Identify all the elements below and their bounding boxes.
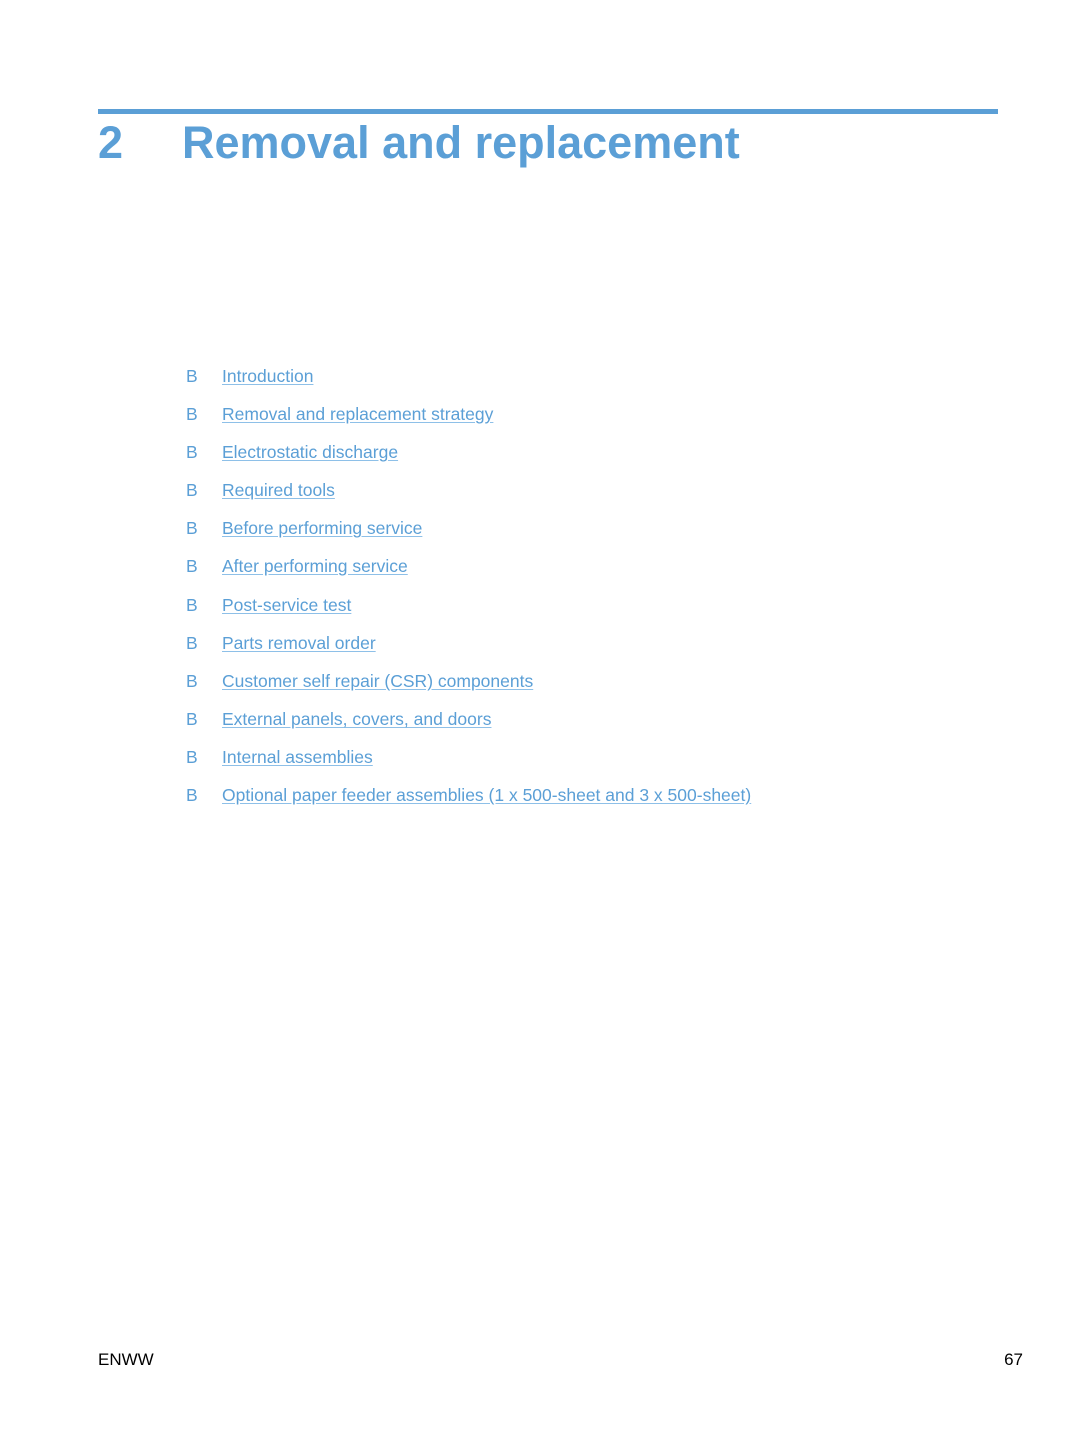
toc-link-before-service[interactable]: Before performing service <box>222 516 422 540</box>
bullet-icon: B <box>186 632 198 653</box>
toc-link-optional-paper-feeder[interactable]: Optional paper feeder assemblies (1 x 50… <box>222 783 751 807</box>
toc-link-removal-strategy[interactable]: Removal and replacement strategy <box>222 402 493 426</box>
page-number: 67 <box>1004 1350 1023 1369</box>
toc-link-internal-assemblies[interactable]: Internal assemblies <box>222 745 373 769</box>
bullet-icon: B <box>186 670 198 691</box>
bullet-icon: B <box>186 746 198 767</box>
toc-link-introduction[interactable]: Introduction <box>222 364 313 388</box>
bullet-icon: B <box>186 594 198 615</box>
chapter-number: 2 <box>98 117 124 168</box>
bullet-icon: B <box>186 442 198 463</box>
bullet-icon: B <box>186 366 198 386</box>
toc-link-post-service-test[interactable]: Post-service test <box>222 593 351 617</box>
toc-link-external-panels[interactable]: External panels, covers, and doors <box>222 707 491 731</box>
toc-link-csr-components[interactable]: Customer self repair (CSR) components <box>222 669 533 693</box>
bullet-icon: B <box>186 404 198 425</box>
chapter-title: Removal and replacement <box>182 117 740 168</box>
bullet-icon: B <box>186 785 198 806</box>
bullet-icon: B <box>186 708 198 729</box>
toc-link-after-service[interactable]: After performing service <box>222 554 408 578</box>
bullet-icon: B <box>186 480 198 501</box>
toc-link-parts-removal-order[interactable]: Parts removal order <box>222 631 376 655</box>
toc-link-electrostatic-discharge[interactable]: Electrostatic discharge <box>222 440 398 464</box>
bullet-icon: B <box>186 556 198 577</box>
footer-locale: ENWW <box>98 1350 154 1369</box>
chapter-rule <box>98 109 998 114</box>
bullet-icon: B <box>186 518 198 539</box>
toc-link-required-tools[interactable]: Required tools <box>222 478 335 502</box>
